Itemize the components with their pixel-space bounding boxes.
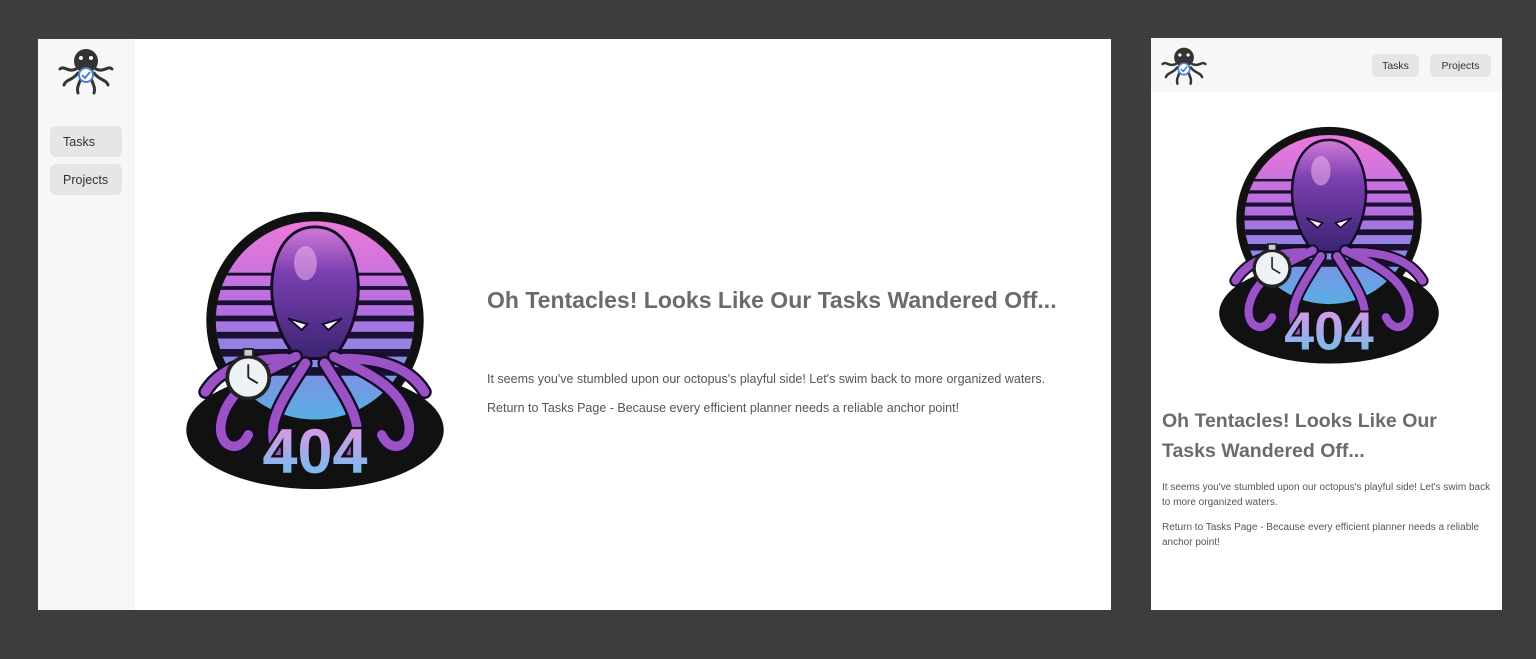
nav-projects-label: Projects xyxy=(1441,59,1480,72)
sidebar-item-tasks-label: Tasks xyxy=(63,134,95,149)
sidebar-item-projects-label: Projects xyxy=(63,172,109,187)
octopus-logo-icon[interactable] xyxy=(1161,42,1207,86)
octopus-404-illustration xyxy=(1207,116,1451,372)
desktop-viewport: Tasks Projects Oh Tentacles! Looks Like … xyxy=(38,39,1111,610)
octopus-404-illustration xyxy=(172,199,458,499)
nav-tasks-button[interactable]: Tasks xyxy=(1372,54,1419,77)
return-link[interactable]: Return to Tasks Page - Because every eff… xyxy=(487,399,1087,417)
sidebar-item-projects[interactable]: Projects xyxy=(50,164,122,195)
sidebar: Tasks Projects xyxy=(38,39,135,610)
page-title: Oh Tentacles! Looks Like Our Tasks Wande… xyxy=(1162,410,1437,462)
sidebar-item-tasks[interactable]: Tasks xyxy=(50,126,122,157)
error-message: It seems you've stumbled upon our octopu… xyxy=(487,372,1046,386)
return-link[interactable]: Return to Tasks Page - Because every eff… xyxy=(1162,520,1492,550)
mobile-viewport: Tasks Projects Oh Tentacles! Looks Like … xyxy=(1151,38,1502,610)
nav-tasks-label: Tasks xyxy=(1382,59,1409,72)
error-message: It seems you've stumbled upon our octopu… xyxy=(1162,482,1491,508)
octopus-logo-icon[interactable] xyxy=(58,43,114,95)
mobile-header: Tasks Projects xyxy=(1151,38,1502,92)
nav-projects-button[interactable]: Projects xyxy=(1430,54,1491,77)
page-title: Oh Tentacles! Looks Like Our Tasks Wande… xyxy=(487,287,1057,313)
